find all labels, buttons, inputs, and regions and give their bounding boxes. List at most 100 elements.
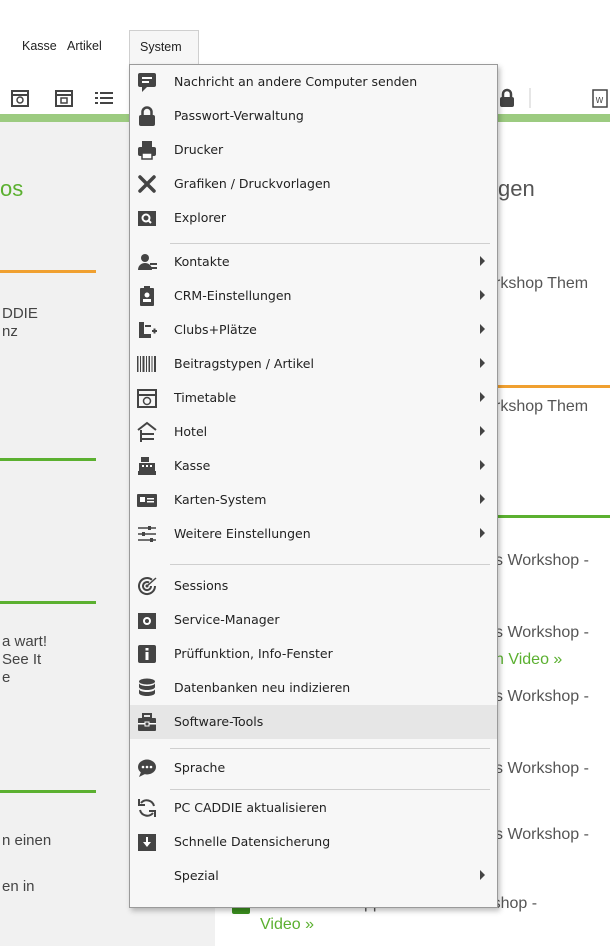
calendar-day-icon[interactable] <box>54 88 74 108</box>
orange-divider <box>0 270 96 273</box>
menu-item-timetable[interactable]: Timetable <box>130 381 497 415</box>
menu-item-crm[interactable]: CRM-Einstellungen <box>130 279 497 313</box>
right-link-text[interactable]: s Workshop - <box>495 552 589 570</box>
card-icon <box>137 494 157 507</box>
left-text: n einen <box>2 832 52 849</box>
sliders-icon <box>138 526 156 542</box>
green-divider <box>0 458 96 461</box>
right-link-text[interactable]: rkshop Them <box>495 398 588 416</box>
menu-item-label: Spezial <box>174 868 219 883</box>
submenu-arrow-icon <box>480 460 485 470</box>
menu-system-label: System <box>140 40 182 54</box>
menu-artikel[interactable]: Artikel <box>67 39 102 53</box>
menu-item-label: Service-Manager <box>174 612 280 627</box>
folder-search-icon <box>138 211 156 226</box>
menu-item-beitragstypen[interactable]: Beitragstypen / Artikel <box>130 347 497 381</box>
submenu-arrow-icon <box>480 256 485 266</box>
green-divider <box>496 515 610 518</box>
menu-item-label: Nachricht an andere Computer senden <box>174 74 418 89</box>
right-link-text[interactable]: s Workshop - <box>495 624 589 642</box>
menu-item-label: Karten-System <box>174 492 267 507</box>
clubs-icon <box>139 322 157 338</box>
submenu-arrow-icon <box>480 870 485 880</box>
menu-item-label: Grafiken / Druckvorlagen <box>174 176 331 191</box>
right-heading: gen <box>498 176 535 201</box>
menu-item-karten-system[interactable]: Karten-System <box>130 483 497 517</box>
menu-item-clubs[interactable]: Clubs+Plätze <box>130 313 497 347</box>
refresh-icon <box>138 799 156 817</box>
hotel-icon <box>137 421 157 442</box>
menu-item-spezial[interactable]: Spezial <box>130 859 497 893</box>
menu-item-grafiken[interactable]: Grafiken / Druckvorlagen <box>130 167 497 201</box>
backup-download-icon <box>138 834 156 851</box>
menu-separator <box>170 789 490 790</box>
left-text: en in <box>2 878 35 895</box>
video-link[interactable]: n Video » <box>495 651 562 669</box>
message-icon <box>138 73 156 92</box>
toolbar-lock-icon[interactable] <box>497 88 517 108</box>
menu-item-label: Datenbanken neu indizieren <box>174 680 351 695</box>
left-text: e <box>2 669 11 686</box>
cash-register-icon <box>138 457 156 475</box>
menu-item-nachricht[interactable]: Nachricht an andere Computer senden <box>130 65 497 99</box>
menu-item-label: Weitere Einstellungen <box>174 526 311 541</box>
menu-item-label: Kontakte <box>174 254 230 269</box>
menu-separator <box>170 748 490 749</box>
system-dropdown-menu: Nachricht an andere Computer senden Pass… <box>129 64 498 908</box>
menu-item-hotel[interactable]: Hotel <box>130 415 497 449</box>
menu-item-prueffunktion[interactable]: Prüffunktion, Info-Fenster <box>130 637 497 671</box>
menu-item-aktualisieren[interactable]: PC CADDIE aktualisieren <box>130 791 497 825</box>
menu-kasse[interactable]: Kasse <box>22 39 57 53</box>
menu-item-datenbanken[interactable]: Datenbanken neu indizieren <box>130 671 497 705</box>
menu-item-passwort[interactable]: Passwort-Verwaltung <box>130 99 497 133</box>
right-link-text[interactable]: s Workshop - <box>495 688 589 706</box>
menu-item-label: Passwort-Verwaltung <box>174 108 304 123</box>
calendar-icon[interactable] <box>10 88 30 108</box>
right-link-text[interactable]: s Workshop - <box>495 760 589 778</box>
submenu-arrow-icon <box>480 528 485 538</box>
menu-item-label: Software-Tools <box>174 714 264 729</box>
svg-text:W: W <box>596 96 604 105</box>
contacts-icon <box>138 254 157 270</box>
scissors-icon <box>138 175 156 193</box>
right-link-text[interactable]: s Workshop - <box>495 826 589 844</box>
menu-item-label: Beitragstypen / Artikel <box>174 356 314 371</box>
menu-item-datensicherung[interactable]: Schnelle Datensicherung <box>130 825 497 859</box>
lock-icon <box>139 106 155 126</box>
menu-item-kontakte[interactable]: Kontakte <box>130 245 497 279</box>
orange-divider <box>496 385 610 388</box>
menu-item-drucker[interactable]: Drucker <box>130 133 497 167</box>
menu-item-sprache[interactable]: Sprache <box>130 751 497 785</box>
video-link[interactable]: Video » <box>260 916 314 934</box>
database-icon <box>139 678 155 696</box>
menu-item-label: Schnelle Datensicherung <box>174 834 331 849</box>
list-icon[interactable] <box>94 88 114 108</box>
menu-item-kasse[interactable]: Kasse <box>130 449 497 483</box>
left-text: DDIE <box>2 305 38 322</box>
left-text: See It <box>2 651 42 668</box>
menu-item-label: Sprache <box>174 760 226 775</box>
right-link-text[interactable]: rkshop Them <box>495 275 588 293</box>
printer-icon <box>138 141 156 160</box>
speech-bubble-icon <box>138 759 156 777</box>
barcode-icon <box>137 356 156 372</box>
green-divider <box>0 790 96 793</box>
menu-item-explorer[interactable]: Explorer <box>130 201 497 235</box>
green-divider <box>0 601 96 604</box>
info-icon <box>138 645 156 663</box>
menu-system[interactable]: System <box>129 30 199 65</box>
submenu-arrow-icon <box>480 290 485 300</box>
menu-item-service-manager[interactable]: Service-Manager <box>130 603 497 637</box>
menu-item-software-tools[interactable]: Software-Tools <box>130 705 497 739</box>
menu-item-sessions[interactable]: Sessions <box>130 569 497 603</box>
menu-separator <box>170 243 490 244</box>
crm-badge-icon <box>140 286 154 306</box>
menu-item-label: Prüffunktion, Info-Fenster <box>174 646 333 661</box>
toolbox-icon <box>138 713 156 731</box>
menu-item-label: Hotel <box>174 424 208 439</box>
word-document-icon[interactable]: W <box>590 88 610 108</box>
left-text: a wart! <box>2 633 48 650</box>
submenu-arrow-icon <box>480 426 485 436</box>
menu-item-weitere-einstellungen[interactable]: Weitere Einstellungen <box>130 517 497 551</box>
sessions-icon <box>138 577 157 595</box>
